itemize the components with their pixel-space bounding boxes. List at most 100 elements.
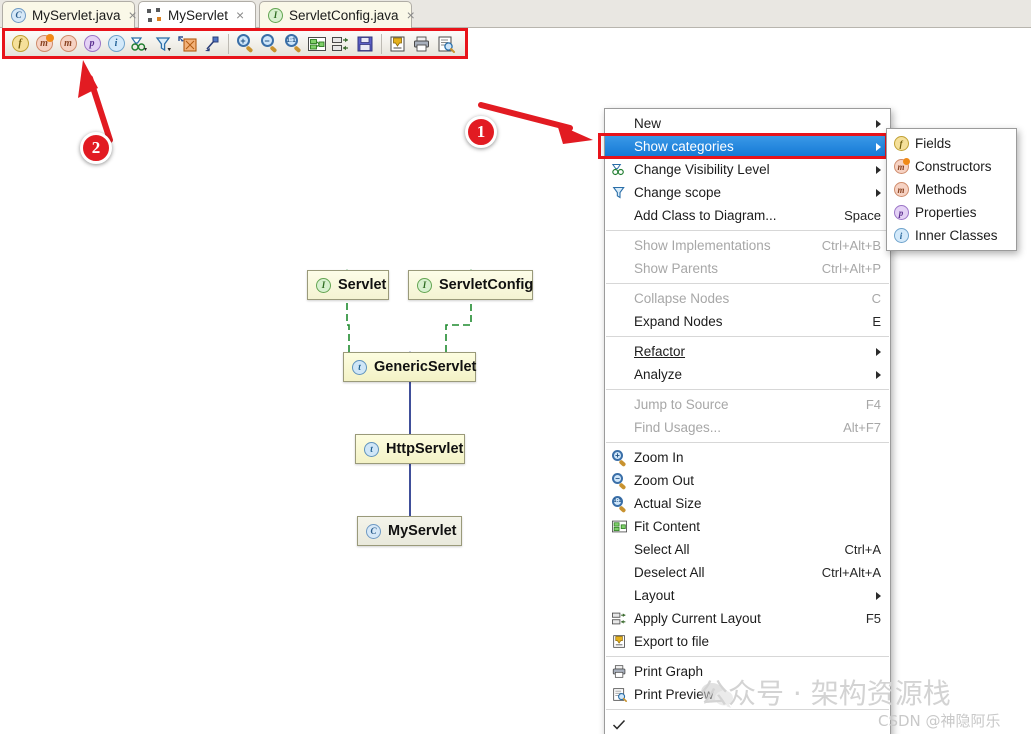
submenu-item-label: Fields	[915, 136, 952, 151]
select-all-marquee-icon[interactable]	[176, 32, 200, 56]
menu-item-show-parents: Show Parents Ctrl+Alt+P	[605, 257, 890, 280]
menu-item-export-to-file[interactable]: Export to file	[605, 630, 890, 653]
change-scope-icon[interactable]	[152, 32, 176, 56]
submenu-item-methods[interactable]: m Methods	[887, 178, 1016, 201]
tab-close-icon[interactable]: ×	[236, 8, 244, 22]
menu-item-fit-content[interactable]: Fit Content	[605, 515, 890, 538]
node-label: HttpServlet	[386, 441, 464, 457]
annotation-marker-1: 1	[465, 116, 497, 148]
menu-item-apply-current-layout[interactable]: Apply Current Layout F5	[605, 607, 890, 630]
print-preview-icon[interactable]	[434, 32, 458, 56]
app-window: C MyServlet.java × MyServlet × I Servlet…	[0, 0, 1031, 734]
submenu-item-label: Constructors	[915, 159, 992, 174]
menu-item-collapse-nodes: Collapse Nodes C	[605, 287, 890, 310]
class-icon: C	[366, 523, 381, 539]
tab-close-icon[interactable]: ×	[129, 8, 137, 22]
menu-separator	[606, 656, 889, 657]
menu-item-label: Actual Size	[634, 496, 702, 511]
show-constructors-icon[interactable]: m	[32, 32, 56, 56]
menu-item-label: New	[634, 116, 662, 131]
print-preview-icon	[610, 686, 628, 704]
diagram-node-myservlet[interactable]: C MyServlet	[357, 516, 462, 546]
watermark-text: 公众号 · 架构资源栈	[700, 677, 951, 710]
show-categories-submenu[interactable]: f Fields m Constructors m Methods p Prop…	[886, 128, 1017, 251]
submenu-item-constructors[interactable]: m Constructors	[887, 155, 1016, 178]
chevron-right-icon	[876, 347, 881, 356]
editor-tab-bar: C MyServlet.java × MyServlet × I Servlet…	[0, 0, 1031, 28]
menu-item-show-categories[interactable]: Show categories	[605, 135, 890, 158]
menu-item-zoom-in[interactable]: + Zoom In	[605, 446, 890, 469]
menu-item-shortcut: F5	[865, 611, 881, 626]
menu-item-analyze[interactable]: Analyze	[605, 363, 890, 386]
tab-myservlet-java[interactable]: C MyServlet.java ×	[2, 1, 137, 28]
show-methods-icon[interactable]: m	[56, 32, 80, 56]
properties-icon: p	[892, 204, 910, 222]
interface-icon: I	[268, 7, 283, 23]
submenu-item-inner-classes[interactable]: i Inner Classes	[887, 224, 1016, 247]
submenu-item-properties[interactable]: p Properties	[887, 201, 1016, 224]
menu-item-label: Layout	[634, 588, 675, 603]
zoom-in-icon[interactable]: +	[233, 32, 257, 56]
menu-item-jump-to-source: Jump to Source F4	[605, 393, 890, 416]
menu-separator	[606, 389, 889, 390]
fit-content-icon[interactable]	[305, 32, 329, 56]
menu-item-shortcut: Alt+F7	[843, 420, 881, 435]
tab-myservlet-diagram[interactable]: MyServlet ×	[138, 1, 256, 28]
diagram-node-servletconfig[interactable]: I ServletConfig	[408, 270, 533, 300]
submenu-item-label: Methods	[915, 182, 967, 197]
menu-item-add-class-to-diagram[interactable]: Add Class to Diagram... Space	[605, 204, 890, 227]
inner-classes-icon: i	[892, 227, 910, 245]
diagram-toolbar-highlight: f m m p i + − 1:1	[2, 28, 468, 59]
diagram-node-servlet[interactable]: I Servlet	[307, 270, 389, 300]
change-visibility-level-icon[interactable]	[128, 32, 152, 56]
menu-item-change-scope[interactable]: Change scope	[605, 181, 890, 204]
save-icon[interactable]	[353, 32, 377, 56]
print-graph-icon	[610, 663, 628, 681]
menu-item-label: Deselect All	[634, 565, 705, 580]
actual-size-icon[interactable]: 1:1	[281, 32, 305, 56]
tab-servletconfig-java[interactable]: I ServletConfig.java ×	[259, 1, 415, 28]
menu-item-new[interactable]: New	[605, 112, 890, 135]
apply-current-layout-icon	[610, 610, 628, 628]
menu-item-shortcut: Space	[844, 208, 881, 223]
interface-icon: I	[316, 277, 331, 293]
show-edge-labels-icon[interactable]	[200, 32, 224, 56]
menu-item-refactor[interactable]: Refactor	[605, 340, 890, 363]
tab-label: MyServlet.java	[32, 7, 121, 23]
diagram-node-genericservlet[interactable]: t GenericServlet	[343, 352, 476, 382]
menu-item-label: Export to file	[634, 634, 710, 649]
export-to-file-icon[interactable]	[386, 32, 410, 56]
show-inner-classes-icon[interactable]: i	[104, 32, 128, 56]
toolbar-separator	[381, 33, 382, 54]
diagram-context-menu[interactable]: New Show categories Change Visibility Le…	[604, 108, 891, 734]
show-fields-icon[interactable]: f	[8, 32, 32, 56]
menu-item-show-edge-labels[interactable]	[605, 713, 890, 734]
fit-content-icon	[610, 518, 628, 536]
menu-item-label: Expand Nodes	[634, 314, 723, 329]
menu-item-change-visibility-level[interactable]: Change Visibility Level	[605, 158, 890, 181]
show-properties-icon[interactable]: p	[80, 32, 104, 56]
export-to-file-icon	[610, 633, 628, 651]
zoom-out-icon[interactable]: −	[257, 32, 281, 56]
menu-separator	[606, 283, 889, 284]
menu-item-layout[interactable]: Layout	[605, 584, 890, 607]
fields-icon: f	[892, 135, 910, 153]
menu-item-actual-size[interactable]: 1:1 Actual Size	[605, 492, 890, 515]
chevron-right-icon	[876, 165, 881, 174]
menu-item-label: Zoom In	[634, 450, 684, 465]
menu-item-zoom-out[interactable]: − Zoom Out	[605, 469, 890, 492]
node-label: ServletConfig	[439, 277, 534, 293]
tab-close-icon[interactable]: ×	[407, 8, 415, 22]
menu-item-label: Show Implementations	[634, 238, 771, 253]
diagram-icon	[147, 7, 162, 23]
apply-current-layout-icon[interactable]	[329, 32, 353, 56]
diagram-node-httpservlet[interactable]: t HttpServlet	[355, 434, 465, 464]
menu-item-deselect-all[interactable]: Deselect All Ctrl+Alt+A	[605, 561, 890, 584]
chevron-right-icon	[876, 591, 881, 600]
menu-item-expand-nodes[interactable]: Expand Nodes E	[605, 310, 890, 333]
menu-item-label: Change Visibility Level	[634, 162, 770, 177]
submenu-item-fields[interactable]: f Fields	[887, 132, 1016, 155]
menu-item-label: Collapse Nodes	[634, 291, 730, 306]
menu-item-select-all[interactable]: Select All Ctrl+A	[605, 538, 890, 561]
print-graph-icon[interactable]	[410, 32, 434, 56]
